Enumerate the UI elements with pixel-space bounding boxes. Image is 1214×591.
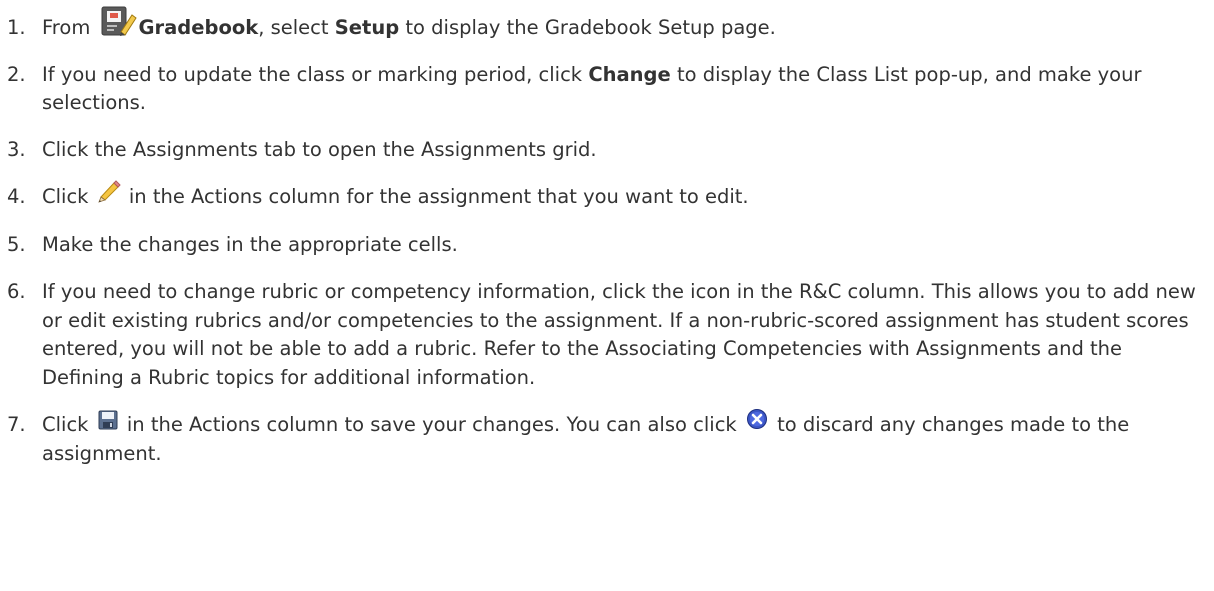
step-2: 2. If you need to update the class or ma… — [7, 62, 1142, 115]
class-list-link[interactable]: Class List — [816, 63, 908, 86]
step-number: 3. — [7, 137, 26, 161]
change-label: Change — [588, 62, 671, 86]
step-1: 1. From Gradebook, select Setup to displ… — [0, 6, 1214, 43]
associating-competencies-link[interactable]: Associating Competencies with Assignment… — [605, 337, 1041, 360]
step-3: 3. Click the Assignments tab to open the… — [0, 136, 1214, 165]
step-number: 2. — [7, 62, 26, 86]
defining-rubric-link[interactable]: Defining a Rubric — [42, 366, 210, 389]
step-6: 6. If you need to change rubric or compe… — [7, 280, 1196, 389]
step-number: 1. — [7, 16, 26, 39]
step-7: 7. Click in the Actions column to save y… — [0, 408, 1214, 468]
help-page: 1. From Gradebook, select Setup to displ… — [0, 0, 1214, 591]
setup-label: Setup — [334, 16, 400, 39]
gradebook-setup-page-link[interactable]: Gradebook Setup page. — [545, 16, 776, 39]
step-number: 7. — [7, 413, 26, 436]
step-number: 5. — [7, 232, 26, 256]
pencil-icon — [97, 179, 121, 203]
save-icon — [98, 410, 118, 430]
step-4: 4. Click in the Actions column for the a… — [0, 179, 1214, 212]
gradebook-icon — [99, 5, 137, 37]
step-number: 4. — [7, 185, 26, 208]
step-5: 5. Make the changes in the appropriate c… — [0, 231, 1214, 260]
cancel-icon — [746, 408, 768, 430]
procedure-steps: 1. From Gradebook, select Setup to displ… — [0, 6, 1214, 468]
gradebook-label: Gradebook — [138, 16, 259, 39]
step-number: 6. — [7, 280, 26, 303]
